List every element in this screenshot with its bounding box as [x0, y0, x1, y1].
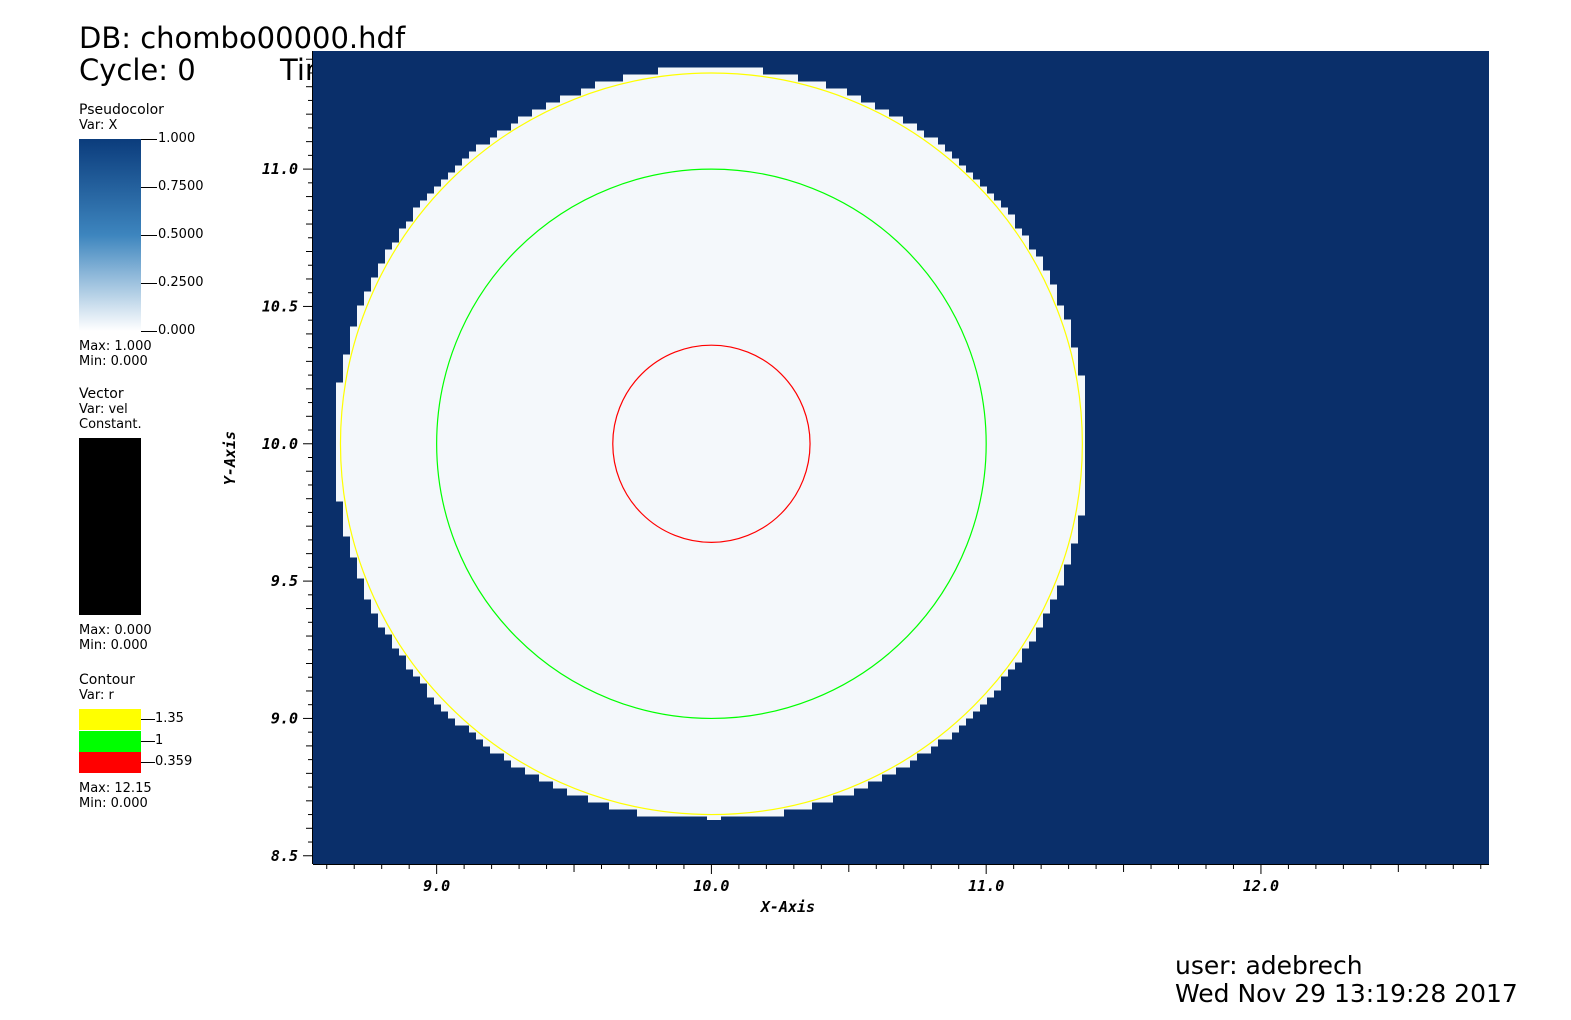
x-axis-label: X-Axis [759, 898, 815, 916]
x-tick-label: 9.0 [423, 877, 450, 895]
x-tick-label: 11.0 [968, 877, 1004, 895]
y-tick-label: 9.5 [271, 572, 298, 590]
y-tick-label: 9.0 [271, 709, 298, 727]
x-tick-label: 10.0 [693, 877, 729, 895]
user-label: user: adebrech [1175, 951, 1363, 980]
y-tick-label: 11.0 [262, 160, 298, 178]
y-tick-label: 10.0 [262, 435, 298, 453]
y-tick-label: 8.5 [271, 847, 298, 865]
y-axis-label: Y-Axis [221, 431, 239, 485]
x-tick-label: 12.0 [1243, 877, 1279, 895]
date-label: Wed Nov 29 13:19:28 2017 [1175, 979, 1518, 1008]
plot-canvas: 9.0 10.0 11.0 12.0 8.5 9.0 9.5 10.0 10.5 11.0 X-Ax… [221, 51, 1489, 916]
y-tick-label: 10.5 [262, 297, 298, 315]
